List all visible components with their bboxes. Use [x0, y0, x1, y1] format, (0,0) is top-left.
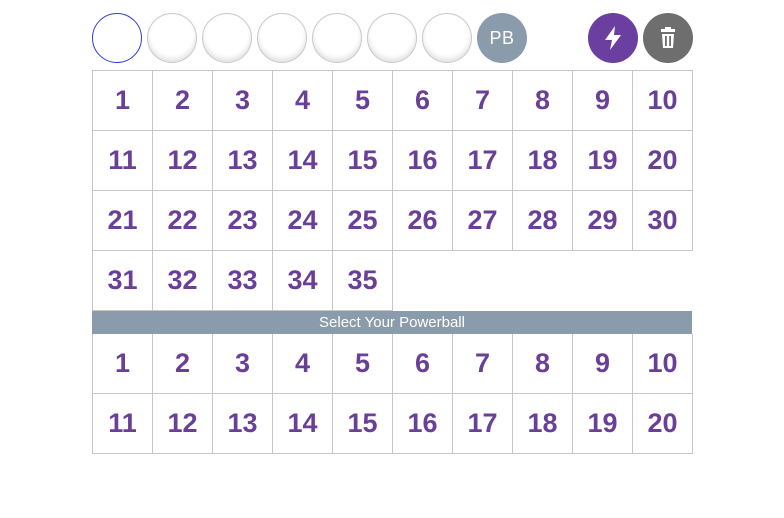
main-number-30[interactable]: 30 — [633, 191, 693, 251]
powerball-number-16[interactable]: 16 — [393, 394, 453, 454]
main-number-6[interactable]: 6 — [393, 71, 453, 131]
main-number-23[interactable]: 23 — [213, 191, 273, 251]
powerball-number-2[interactable]: 2 — [153, 334, 213, 394]
powerball-number-grid: 1 2 3 4 5 6 7 8 9 10 11 12 13 14 15 16 17 18 19 20 — [92, 334, 693, 454]
main-number-20[interactable]: 20 — [633, 131, 693, 191]
main-number-17[interactable]: 17 — [453, 131, 513, 191]
main-number-22[interactable]: 22 — [153, 191, 213, 251]
main-number-35[interactable]: 35 — [333, 251, 393, 311]
main-number-25[interactable]: 25 — [333, 191, 393, 251]
powerball-number-13[interactable]: 13 — [213, 394, 273, 454]
main-number-1[interactable]: 1 — [93, 71, 153, 131]
main-number-15[interactable]: 15 — [333, 131, 393, 191]
main-number-10[interactable]: 10 — [633, 71, 693, 131]
powerball-number-3[interactable]: 3 — [213, 334, 273, 394]
powerball-section-title: Select Your Powerball — [319, 314, 465, 331]
main-number-9[interactable]: 9 — [573, 71, 633, 131]
grid-empty-cell — [573, 251, 633, 310]
powerball-number-20[interactable]: 20 — [633, 394, 693, 454]
powerball-slot-label: PB — [489, 27, 515, 48]
main-number-32[interactable]: 32 — [153, 251, 213, 311]
powerball-number-9[interactable]: 9 — [573, 334, 633, 394]
powerball-number-6[interactable]: 6 — [393, 334, 453, 394]
powerball-number-5[interactable]: 5 — [333, 334, 393, 394]
powerball-slot[interactable]: PB — [477, 13, 527, 63]
powerball-section-header: Select Your Powerball — [92, 311, 692, 334]
selected-ball-6[interactable] — [367, 13, 417, 63]
main-number-16[interactable]: 16 — [393, 131, 453, 191]
powerball-number-8[interactable]: 8 — [513, 334, 573, 394]
main-number-13[interactable]: 13 — [213, 131, 273, 191]
main-number-5[interactable]: 5 — [333, 71, 393, 131]
powerball-number-19[interactable]: 19 — [573, 394, 633, 454]
main-number-26[interactable]: 26 — [393, 191, 453, 251]
main-number-18[interactable]: 18 — [513, 131, 573, 191]
powerball-number-17[interactable]: 17 — [453, 394, 513, 454]
powerball-number-18[interactable]: 18 — [513, 394, 573, 454]
main-number-11[interactable]: 11 — [93, 131, 153, 191]
main-number-4[interactable]: 4 — [273, 71, 333, 131]
selected-ball-2[interactable] — [147, 13, 197, 63]
grid-empty-cell — [393, 251, 453, 310]
main-number-12[interactable]: 12 — [153, 131, 213, 191]
selected-ball-4[interactable] — [257, 13, 307, 63]
main-number-28[interactable]: 28 — [513, 191, 573, 251]
main-number-34[interactable]: 34 — [273, 251, 333, 311]
grid-empty-cell — [513, 251, 573, 310]
powerball-number-10[interactable]: 10 — [633, 334, 693, 394]
powerball-number-14[interactable]: 14 — [273, 394, 333, 454]
powerball-number-4[interactable]: 4 — [273, 334, 333, 394]
powerball-number-1[interactable]: 1 — [93, 334, 153, 394]
powerball-number-11[interactable]: 11 — [93, 394, 153, 454]
main-number-3[interactable]: 3 — [213, 71, 273, 131]
main-number-2[interactable]: 2 — [153, 71, 213, 131]
main-number-27[interactable]: 27 — [453, 191, 513, 251]
selected-ball-7[interactable] — [422, 13, 472, 63]
selected-numbers-row: PB — [92, 13, 693, 65]
selected-ball-3[interactable] — [202, 13, 252, 63]
lightning-bolt-icon — [605, 26, 621, 50]
main-number-19[interactable]: 19 — [573, 131, 633, 191]
main-number-33[interactable]: 33 — [213, 251, 273, 311]
main-number-14[interactable]: 14 — [273, 131, 333, 191]
selected-ball-1[interactable] — [92, 13, 142, 63]
main-number-31[interactable]: 31 — [93, 251, 153, 311]
quick-pick-button[interactable] — [588, 13, 638, 63]
selected-ball-5[interactable] — [312, 13, 362, 63]
main-number-21[interactable]: 21 — [93, 191, 153, 251]
trash-icon — [661, 27, 675, 48]
main-number-8[interactable]: 8 — [513, 71, 573, 131]
grid-empty-cell — [453, 251, 513, 310]
powerball-number-15[interactable]: 15 — [333, 394, 393, 454]
powerball-number-7[interactable]: 7 — [453, 334, 513, 394]
grid-empty-cell — [633, 251, 693, 310]
main-number-grid: 1 2 3 4 5 6 7 8 9 10 11 12 13 14 15 16 17 18 19 20 21 22 23 24 2… — [92, 70, 693, 311]
powerball-number-12[interactable]: 12 — [153, 394, 213, 454]
main-number-29[interactable]: 29 — [573, 191, 633, 251]
main-number-24[interactable]: 24 — [273, 191, 333, 251]
main-number-7[interactable]: 7 — [453, 71, 513, 131]
ticket-panel: PB 1 2 3 4 5 6 7 8 9 10 11 12 13 14 15 16 17 18 19 20 21 22 23… — [92, 13, 693, 454]
clear-selection-button[interactable] — [643, 13, 693, 63]
